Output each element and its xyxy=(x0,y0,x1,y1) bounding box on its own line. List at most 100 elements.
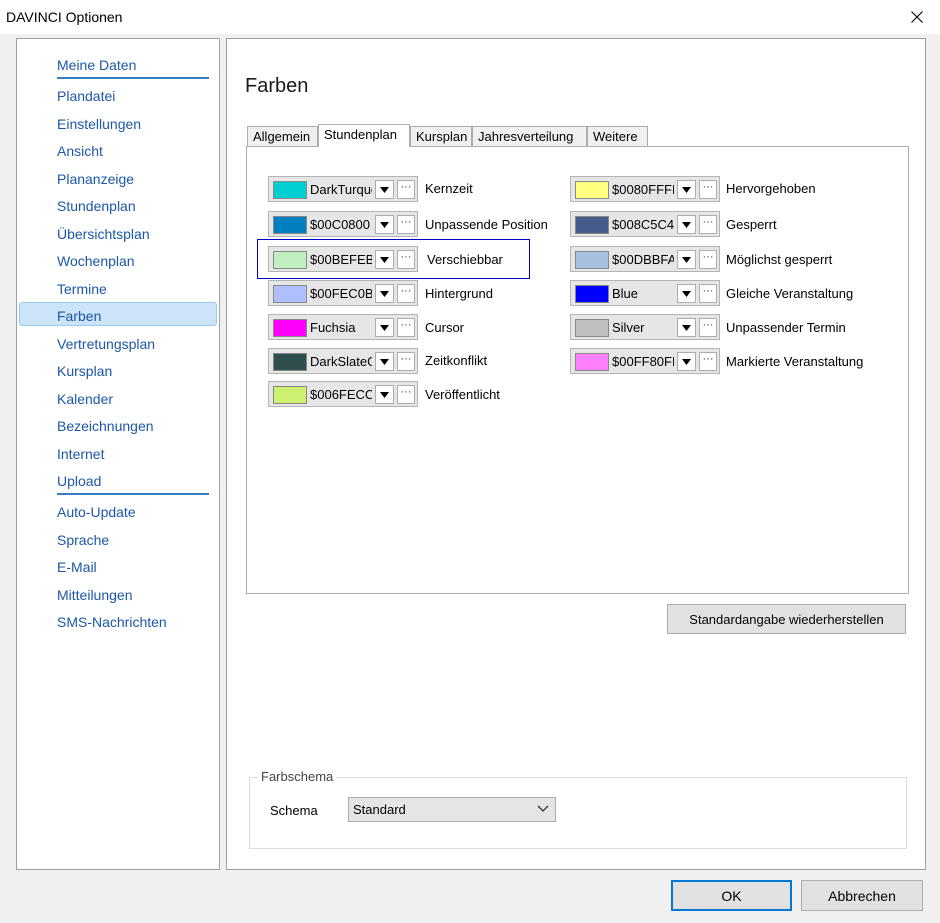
color-swatch xyxy=(575,285,609,303)
dropdown-arrow-icon xyxy=(682,186,691,193)
sidebar-item-bezeichnungen[interactable]: Bezeichnungen xyxy=(57,418,154,434)
color-value: $00BEFEB xyxy=(310,252,372,267)
dropdown-button[interactable] xyxy=(375,318,394,337)
sidebar-item-termine[interactable]: Termine xyxy=(57,281,107,297)
dropdown-button[interactable] xyxy=(375,250,394,269)
sidebar-item-ansicht[interactable]: Ansicht xyxy=(57,143,103,159)
dropdown-button[interactable] xyxy=(677,180,696,199)
dropdown-button[interactable] xyxy=(677,352,696,371)
sidebar-item-meine-daten[interactable]: Meine Daten xyxy=(57,57,136,73)
color-label-markierte-veranstaltung: Markierte Veranstaltung xyxy=(726,354,864,369)
farbschema-legend: Farbschema xyxy=(258,769,337,784)
sidebar-item-plandatei[interactable]: Plandatei xyxy=(57,88,115,104)
color-picker-hintergrund[interactable]: $00FEC0B ··· xyxy=(268,280,418,306)
title-bar: DAVINCI Optionen xyxy=(0,0,940,34)
color-picker-moeglichst-gesperrt[interactable]: $00DBBFA ··· xyxy=(570,246,720,272)
color-picker-zeitkonflikt[interactable]: DarkSlateGray ··· xyxy=(268,348,418,374)
ellipsis-button[interactable]: ··· xyxy=(397,284,415,303)
color-swatch xyxy=(273,386,307,404)
color-label-gesperrt: Gesperrt xyxy=(726,217,777,232)
close-icon xyxy=(911,11,923,23)
color-picker-cursor[interactable]: Fuchsia ··· xyxy=(268,314,418,340)
color-value: $0080FFFF xyxy=(612,182,674,197)
restore-defaults-button[interactable]: Standardangabe wiederherstellen xyxy=(667,604,906,634)
ellipsis-button[interactable]: ··· xyxy=(699,250,717,269)
sidebar-item-stundenplan[interactable]: Stundenplan xyxy=(57,198,136,214)
dropdown-arrow-icon xyxy=(380,324,389,331)
color-picker-markierte-veranstaltung[interactable]: $00FF80FF ··· xyxy=(570,348,720,374)
color-picker-gesperrt[interactable]: $008C5C4 ··· xyxy=(570,211,720,237)
color-label-gleiche-veranstaltung: Gleiche Veranstaltung xyxy=(726,286,854,301)
dropdown-arrow-icon xyxy=(682,358,691,365)
sidebar-item-wochenplan[interactable]: Wochenplan xyxy=(57,253,135,269)
close-button[interactable] xyxy=(894,0,940,34)
color-value: Fuchsia xyxy=(310,320,356,335)
color-value: $006FECC xyxy=(310,387,372,402)
ellipsis-button[interactable]: ··· xyxy=(397,215,415,234)
color-label-unpassende-position: Unpassende Position xyxy=(425,217,548,232)
color-picker-gleiche-veranstaltung[interactable]: Blue ··· xyxy=(570,280,720,306)
color-value: $00DBBFA xyxy=(612,252,674,267)
color-label-hintergrund: Hintergrund xyxy=(425,286,493,301)
dropdown-arrow-icon xyxy=(380,221,389,228)
color-picker-veroeffentlicht[interactable]: $006FECC ··· xyxy=(268,381,418,407)
dropdown-button[interactable] xyxy=(677,284,696,303)
tab-stundenplan[interactable]: Stundenplan xyxy=(318,124,410,147)
cancel-button[interactable]: Abbrechen xyxy=(801,880,923,911)
sidebar-item-kursplan[interactable]: Kursplan xyxy=(57,363,112,379)
ellipsis-button[interactable]: ··· xyxy=(699,284,717,303)
sidebar-item-uebersichtsplan[interactable]: Übersichtsplan xyxy=(57,226,150,242)
ellipsis-button[interactable]: ··· xyxy=(397,318,415,337)
ellipsis-button[interactable]: ··· xyxy=(699,352,717,371)
ellipsis-button[interactable]: ··· xyxy=(397,352,415,371)
dropdown-button[interactable] xyxy=(375,352,394,371)
ellipsis-button[interactable]: ··· xyxy=(699,318,717,337)
dropdown-arrow-icon xyxy=(682,324,691,331)
sidebar-item-kalender[interactable]: Kalender xyxy=(57,391,113,407)
sidebar-item-e-mail[interactable]: E-Mail xyxy=(57,559,97,575)
sidebar-item-farben[interactable]: Farben xyxy=(57,308,101,324)
color-picker-kernzeit[interactable]: DarkTurquoise ··· xyxy=(268,176,418,202)
color-picker-verschiebbar[interactable]: $00BEFEB ··· xyxy=(268,246,418,272)
dropdown-button[interactable] xyxy=(677,318,696,337)
color-swatch xyxy=(273,216,307,234)
dropdown-button[interactable] xyxy=(677,215,696,234)
dropdown-button[interactable] xyxy=(375,180,394,199)
dropdown-arrow-icon xyxy=(380,391,389,398)
sidebar-item-auto-update[interactable]: Auto-Update xyxy=(57,504,136,520)
schema-dropdown[interactable]: Standard xyxy=(348,797,556,822)
dropdown-button[interactable] xyxy=(375,284,394,303)
color-label-verschiebbar: Verschiebbar xyxy=(427,252,503,267)
dropdown-arrow-icon xyxy=(682,221,691,228)
ellipsis-button[interactable]: ··· xyxy=(699,215,717,234)
dropdown-arrow-icon xyxy=(380,358,389,365)
tab-jahresverteilung[interactable]: Jahresverteilung xyxy=(472,126,587,146)
color-value: Silver xyxy=(612,320,645,335)
ok-button[interactable]: OK xyxy=(671,880,792,911)
dropdown-button[interactable] xyxy=(375,215,394,234)
tab-kursplan[interactable]: Kursplan xyxy=(410,126,472,146)
sidebar-item-sprache[interactable]: Sprache xyxy=(57,532,109,548)
sidebar-item-einstellungen[interactable]: Einstellungen xyxy=(57,116,141,132)
dropdown-button[interactable] xyxy=(375,385,394,404)
sidebar-item-upload[interactable]: Upload xyxy=(57,473,101,489)
sidebar-item-mitteilungen[interactable]: Mitteilungen xyxy=(57,587,133,603)
color-picker-unpassende-position[interactable]: $00C0800 ··· xyxy=(268,211,418,237)
page-title: Farben xyxy=(245,75,309,97)
ellipsis-button[interactable]: ··· xyxy=(397,385,415,404)
color-value: $00C0800 xyxy=(310,217,370,232)
tab-allgemein[interactable]: Allgemein xyxy=(247,126,318,146)
color-picker-hervorgehoben[interactable]: $0080FFFF ··· xyxy=(570,176,720,202)
color-label-cursor: Cursor xyxy=(425,320,465,335)
color-picker-unpassender-termin[interactable]: Silver ··· xyxy=(570,314,720,340)
sidebar-item-plananzeige[interactable]: Plananzeige xyxy=(57,171,134,187)
ellipsis-button[interactable]: ··· xyxy=(397,250,415,269)
ellipsis-button[interactable]: ··· xyxy=(699,180,717,199)
dropdown-button[interactable] xyxy=(677,250,696,269)
options-panel: Farben Allgemein Stundenplan Kursplan Ja… xyxy=(226,38,926,870)
ellipsis-button[interactable]: ··· xyxy=(397,180,415,199)
sidebar-item-vertretungsplan[interactable]: Vertretungsplan xyxy=(57,336,155,352)
tab-weitere[interactable]: Weitere xyxy=(587,126,648,146)
sidebar-item-internet[interactable]: Internet xyxy=(57,446,104,462)
sidebar-item-sms-nachrichten[interactable]: SMS-Nachrichten xyxy=(57,614,167,630)
